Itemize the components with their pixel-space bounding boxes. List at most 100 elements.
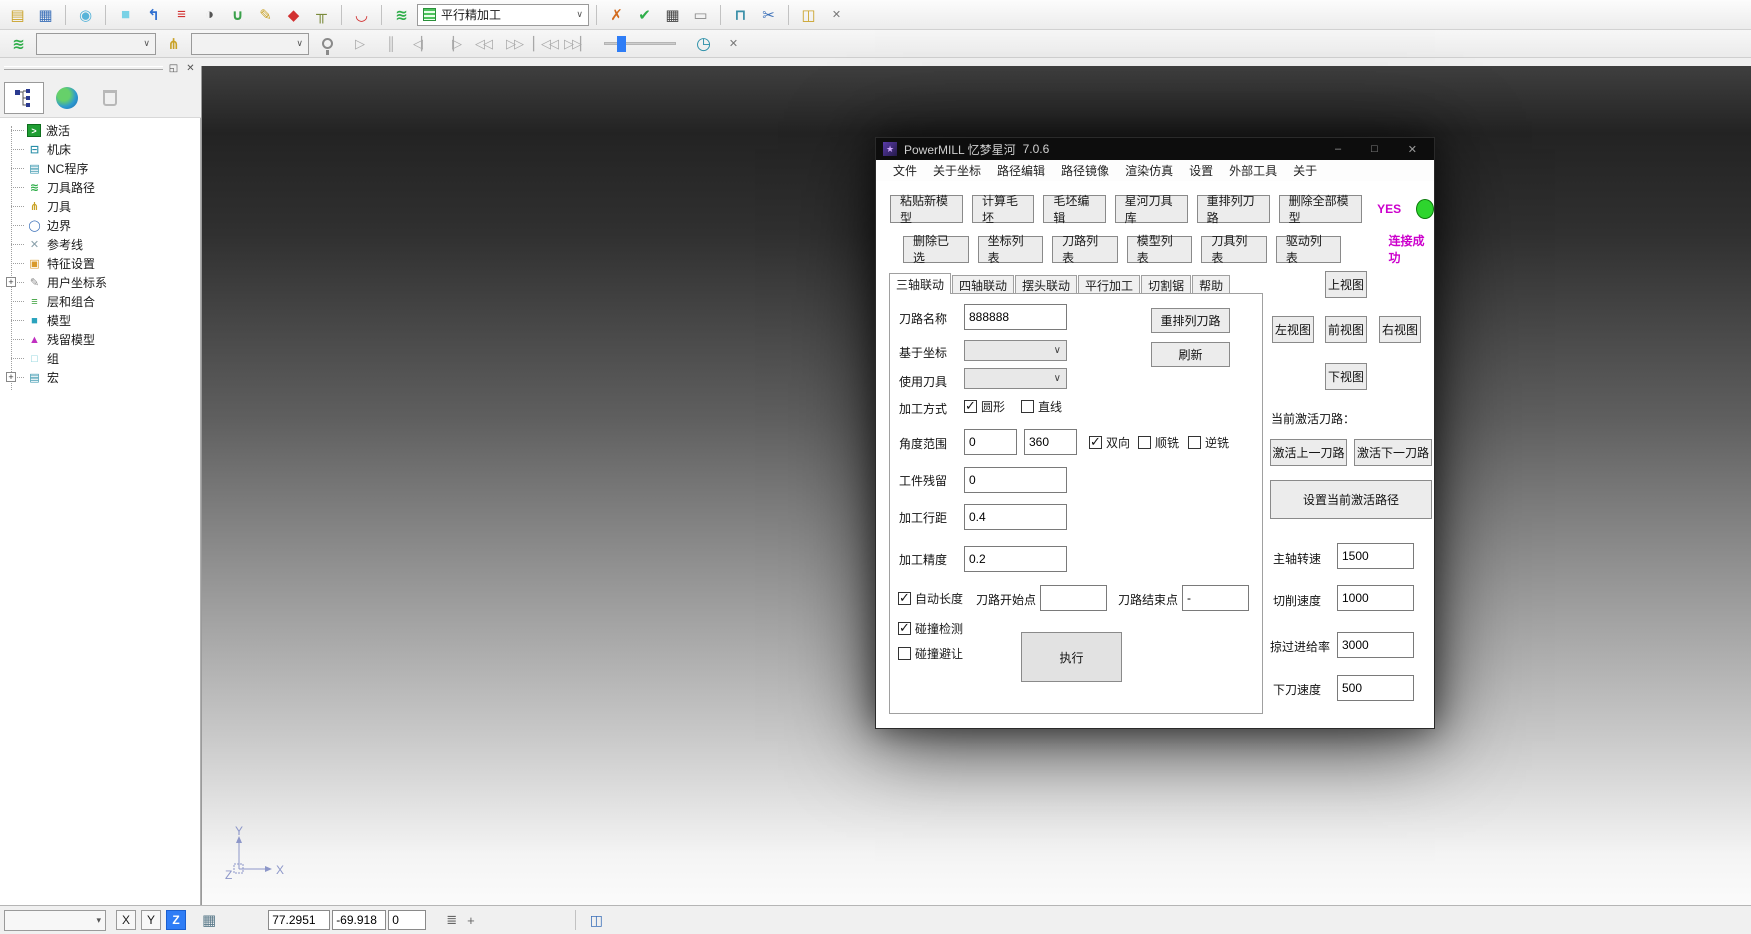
- fast-forward-icon[interactable]: ▷▷: [501, 33, 527, 55]
- checkbox-icon[interactable]: [1021, 400, 1034, 413]
- checkbox-icon[interactable]: [1138, 436, 1151, 449]
- menu-path-edit[interactable]: 路径编辑: [989, 162, 1053, 179]
- menu-about[interactable]: 关于: [1285, 162, 1325, 179]
- boundary-icon[interactable]: ∪: [225, 3, 250, 27]
- hammer-icon[interactable]: ✗: [604, 3, 629, 27]
- tab-4axis[interactable]: 四轴联动: [952, 275, 1014, 294]
- pattern-icon[interactable]: ✎: [253, 3, 278, 27]
- dialog-titlebar[interactable]: ★ PowerMILL 忆梦星河 7.0.6 – □ ✕: [876, 138, 1434, 160]
- skim-feed-input[interactable]: [1337, 632, 1414, 658]
- refresh-button[interactable]: 刷新: [1151, 342, 1230, 367]
- viewer-icon[interactable]: ◫: [796, 3, 821, 27]
- clock-icon[interactable]: ◷: [691, 32, 716, 56]
- view-front-button[interactable]: 前视图: [1325, 316, 1367, 343]
- coord-y-field[interactable]: [332, 910, 386, 930]
- view-bottom-button[interactable]: 下视图: [1325, 363, 1367, 390]
- coord-z-field[interactable]: [388, 910, 426, 930]
- stock-allowance-input[interactable]: [964, 467, 1067, 493]
- tree-item-tools[interactable]: ⋔ 刀具: [0, 197, 200, 216]
- slider-handle[interactable]: [617, 36, 626, 52]
- panel-toggle-icon[interactable]: ◫: [590, 912, 603, 929]
- collision-detect-checkbox[interactable]: 碰撞检测: [898, 620, 963, 637]
- step-back-icon[interactable]: ◁▏: [408, 33, 434, 55]
- use-tool-combobox[interactable]: ∨: [964, 368, 1067, 389]
- tree-item-models[interactable]: ■ 模型: [0, 311, 200, 330]
- tree-item-stock-models[interactable]: ▲ 残留模型: [0, 330, 200, 349]
- explorer-tree-tab[interactable]: [4, 82, 44, 114]
- menu-render-sim[interactable]: 渲染仿真: [1117, 162, 1181, 179]
- tree-item-boundaries[interactable]: ◯ 边界: [0, 216, 200, 235]
- open-project-icon[interactable]: ▤: [5, 3, 30, 27]
- collision-avoid-checkbox[interactable]: 碰撞避让: [898, 645, 963, 662]
- angle-from-input[interactable]: [964, 429, 1017, 455]
- checkbox-icon[interactable]: [898, 592, 911, 605]
- toolholder-icon[interactable]: ╥: [309, 3, 334, 27]
- powermill-logo-icon[interactable]: ≋: [389, 3, 414, 27]
- levels-icon[interactable]: ≡: [169, 3, 194, 27]
- rearrange-toolpaths-button[interactable]: 重排列刀路: [1197, 195, 1270, 223]
- set-active-path-button[interactable]: 设置当前激活路径: [1270, 480, 1432, 519]
- tree-item-groups[interactable]: □ 组: [0, 349, 200, 368]
- list-edit-icon[interactable]: ≣: [446, 912, 457, 928]
- toolpath-list-button[interactable]: 刀路列表: [1052, 236, 1118, 263]
- climb-mill-checkbox[interactable]: 顺铣: [1138, 434, 1179, 451]
- tree-item-workplanes[interactable]: + ✎ 用户坐标系: [0, 273, 200, 292]
- tab-help[interactable]: 帮助: [1192, 275, 1230, 294]
- tab-saw[interactable]: 切割锯: [1141, 275, 1191, 294]
- scissors-icon[interactable]: ✂: [756, 3, 781, 27]
- minimize-icon[interactable]: –: [1335, 143, 1341, 156]
- tool-select-combobox[interactable]: ∨: [191, 33, 309, 55]
- snap-cursor-icon[interactable]: +: [467, 913, 475, 928]
- rearrange-button[interactable]: 重排列刀路: [1151, 308, 1230, 333]
- tool-create-icon[interactable]: ◑: [197, 3, 222, 27]
- stepover-input[interactable]: [964, 504, 1067, 530]
- grid-icon[interactable]: ▦: [202, 911, 216, 929]
- calculator-icon[interactable]: ▦: [660, 3, 685, 27]
- drive-list-button[interactable]: 驱动列表: [1276, 236, 1342, 263]
- float-panel-icon[interactable]: ◱: [167, 63, 180, 74]
- end-point-input[interactable]: [1182, 585, 1249, 611]
- close-icon[interactable]: ✕: [1408, 143, 1417, 156]
- tolerance-input[interactable]: [964, 546, 1067, 572]
- menu-external-tools[interactable]: 外部工具: [1221, 162, 1285, 179]
- lightbulb-icon[interactable]: [322, 38, 333, 49]
- checkbox-icon[interactable]: [1089, 436, 1102, 449]
- expand-icon[interactable]: +: [6, 372, 16, 382]
- save-project-icon[interactable]: ▦: [33, 3, 58, 27]
- auto-length-checkbox[interactable]: 自动长度: [898, 590, 963, 607]
- conventional-mill-checkbox[interactable]: 逆铣: [1188, 434, 1229, 451]
- menu-about-coords[interactable]: 关于坐标: [925, 162, 989, 179]
- menu-file[interactable]: 文件: [885, 162, 925, 179]
- verify-icon[interactable]: ✔: [632, 3, 657, 27]
- tree-item-toolpaths[interactable]: ≋ 刀具路径: [0, 178, 200, 197]
- ruler-icon[interactable]: ▭: [688, 3, 713, 27]
- panel-drag-grip[interactable]: [4, 66, 163, 70]
- toolpath-strategies-icon[interactable]: ↰: [141, 3, 166, 27]
- mode-line-checkbox[interactable]: 直线: [1021, 398, 1062, 415]
- close-panel-icon[interactable]: ✕: [184, 63, 197, 74]
- go-to-end-icon[interactable]: ▷▷▏: [563, 33, 589, 55]
- angle-to-input[interactable]: [1024, 429, 1077, 455]
- block-icon[interactable]: ■: [113, 3, 138, 27]
- delete-all-models-button[interactable]: 删除全部模型: [1279, 195, 1363, 223]
- spindle-speed-input[interactable]: [1337, 543, 1414, 569]
- simulation-speed-slider[interactable]: [604, 42, 676, 45]
- tool-list-button[interactable]: 刀具列表: [1201, 236, 1267, 263]
- tree-item-macros[interactable]: + ▤ 宏: [0, 368, 200, 387]
- tree-item-activate[interactable]: > 激活: [0, 121, 200, 140]
- delete-selected-button[interactable]: 删除已选: [903, 236, 969, 263]
- menu-path-mirror[interactable]: 路径镜像: [1053, 162, 1117, 179]
- bidirectional-checkbox[interactable]: 双向: [1089, 434, 1130, 451]
- print-preview-icon[interactable]: ◉: [73, 3, 98, 27]
- axis-y-button[interactable]: Y: [141, 910, 161, 930]
- collision-check-icon[interactable]: ◡: [349, 3, 374, 27]
- paste-new-model-button[interactable]: 粘贴新模型: [890, 195, 963, 223]
- pause-icon[interactable]: ║: [377, 33, 403, 55]
- coord-x-field[interactable]: [268, 910, 330, 930]
- view-top-button[interactable]: 上视图: [1325, 271, 1367, 298]
- base-coord-combobox[interactable]: ∨: [964, 340, 1067, 361]
- points-icon[interactable]: ◆: [281, 3, 306, 27]
- model-list-button[interactable]: 模型列表: [1127, 236, 1193, 263]
- view-right-button[interactable]: 右视图: [1379, 316, 1421, 343]
- toolpath-name-input[interactable]: [964, 304, 1067, 330]
